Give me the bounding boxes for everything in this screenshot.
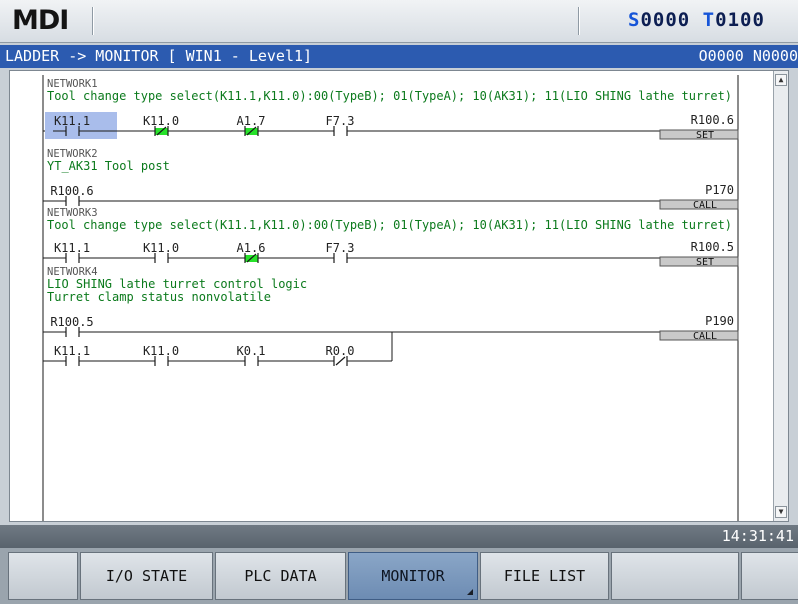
contact-R0-0[interactable] — [321, 353, 359, 369]
contact-A1-6[interactable] — [232, 250, 270, 266]
contact-K11-0[interactable] — [142, 353, 180, 369]
network-comment: Turret clamp status nonvolatile — [47, 290, 271, 304]
status-line: 14:31:41 — [0, 525, 798, 548]
softkey-plc-data[interactable]: PLC DATA — [215, 552, 346, 600]
program-number: O0000 N0000 — [698, 47, 798, 65]
coil-address: R100.6 — [691, 113, 734, 127]
network-comment: Tool change type select(K11.1,K11.0):00(… — [47, 89, 732, 103]
contact-K11-1[interactable] — [53, 123, 91, 139]
softkey-blank-0[interactable] — [8, 552, 78, 600]
tool-value: 0100 — [715, 9, 765, 31]
network-comment: Tool change type select(K11.1,K11.0):00(… — [47, 218, 732, 232]
top-status-bar: MDI S0000 T0100 — [0, 0, 798, 43]
contact-F7-3[interactable] — [321, 250, 359, 266]
ladder-diagram[interactable]: NETWORK1Tool change type select(K11.1,K1… — [10, 71, 774, 521]
contact-A1-7[interactable] — [232, 123, 270, 139]
softkey-monitor[interactable]: MONITOR — [348, 552, 478, 600]
softkey-blank-5[interactable] — [611, 552, 739, 600]
contact-K11-1[interactable] — [53, 353, 91, 369]
contact-F7-3[interactable] — [321, 123, 359, 139]
contact-K11-0[interactable] — [142, 250, 180, 266]
top-bar-divider — [92, 7, 94, 35]
function-name: SET — [696, 130, 714, 141]
spindle-letter: S — [628, 9, 641, 31]
operation-mode: MDI — [12, 5, 69, 36]
coil-address: P170 — [705, 183, 734, 197]
softkey-file-list[interactable]: FILE LIST — [480, 552, 609, 600]
tool-letter: T — [702, 9, 716, 31]
function-name: CALL — [693, 200, 717, 211]
spindle-value: 0000 — [640, 9, 691, 31]
soft-key-bar: I/O STATE PLC DATA MONITOR FILE LIST — [0, 548, 798, 604]
contact-R100-5[interactable] — [53, 324, 91, 340]
coil-address: R100.5 — [691, 240, 734, 254]
coil-address: P190 — [705, 314, 734, 328]
softkey-i-o-state[interactable]: I/O STATE — [80, 552, 213, 600]
screen-title: LADDER -> MONITOR [ WIN1 - Level1] — [5, 47, 313, 65]
network-comment: YT_AK31 Tool post — [47, 159, 170, 173]
screen-title-bar: LADDER -> MONITOR [ WIN1 - Level1] O0000… — [0, 45, 798, 68]
top-bar-divider — [578, 7, 580, 35]
function-name: SET — [696, 257, 714, 268]
vertical-scrollbar[interactable]: ▲ ▼ — [773, 71, 788, 521]
spindle-tool-readout: S0000 T0100 — [628, 9, 765, 31]
contact-K11-0[interactable] — [142, 123, 180, 139]
contact-K0-1[interactable] — [232, 353, 270, 369]
softkey-blank-6[interactable] — [741, 552, 798, 600]
contact-K11-1[interactable] — [53, 250, 91, 266]
network-comment: LIO SHING lathe turret control logic — [47, 277, 307, 291]
scroll-up-icon[interactable]: ▲ — [775, 74, 787, 86]
function-name: CALL — [693, 331, 717, 342]
ladder-monitor-panel: NETWORK1 Tool change type select(K11.1,K1… — [9, 70, 789, 522]
scroll-down-icon[interactable]: ▼ — [775, 506, 787, 518]
clock: 14:31:41 — [721, 527, 794, 545]
